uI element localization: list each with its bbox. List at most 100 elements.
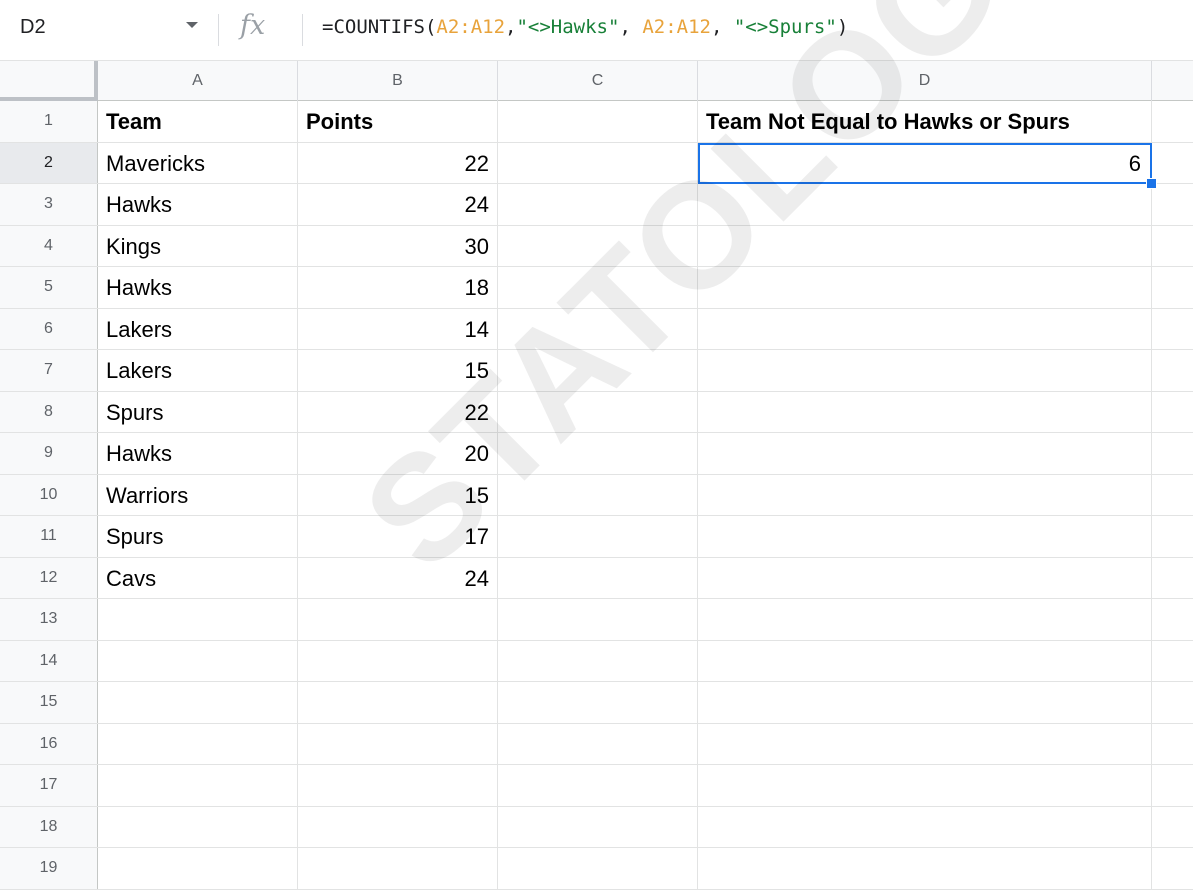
cell-c[interactable] — [498, 350, 698, 391]
row-header[interactable]: 18 — [0, 806, 98, 847]
cell-c[interactable] — [498, 184, 698, 225]
row-header[interactable]: 10 — [0, 474, 98, 515]
row-header[interactable]: 4 — [0, 225, 98, 266]
cell-d[interactable]: 6 — [698, 142, 1152, 183]
cell-c[interactable] — [498, 723, 698, 764]
row-header[interactable]: 11 — [0, 516, 98, 557]
row-header[interactable]: 3 — [0, 184, 98, 225]
cell-d[interactable] — [698, 682, 1152, 723]
cell-a[interactable]: Spurs — [98, 391, 298, 432]
cell-c[interactable] — [498, 101, 698, 142]
cell-a[interactable]: Hawks — [98, 184, 298, 225]
cell-c[interactable] — [498, 391, 698, 432]
cell-a[interactable] — [98, 848, 298, 889]
formula-input[interactable]: =COUNTIFS(A2:A12,"<>Hawks", A2:A12, "<>S… — [322, 16, 848, 38]
cell-d[interactable] — [698, 723, 1152, 764]
cell-b[interactable] — [298, 682, 498, 723]
cell-c[interactable] — [498, 640, 698, 681]
cell-a[interactable]: Lakers — [98, 308, 298, 349]
cell-a[interactable]: Spurs — [98, 516, 298, 557]
row-header[interactable]: 14 — [0, 640, 98, 681]
cell-d[interactable] — [698, 640, 1152, 681]
cell-c[interactable] — [498, 516, 698, 557]
chevron-down-icon[interactable] — [186, 22, 198, 28]
cell-a[interactable]: Lakers — [98, 350, 298, 391]
cell-d[interactable] — [698, 225, 1152, 266]
row-header[interactable]: 15 — [0, 682, 98, 723]
cell-d[interactable] — [698, 848, 1152, 889]
cell-c[interactable] — [498, 682, 698, 723]
cell-b[interactable] — [298, 848, 498, 889]
cell-b[interactable]: 22 — [298, 391, 498, 432]
cell-b[interactable] — [298, 806, 498, 847]
cell-a[interactable] — [98, 682, 298, 723]
cell-a[interactable] — [98, 806, 298, 847]
row-header[interactable]: 17 — [0, 765, 98, 806]
cell-d[interactable] — [698, 308, 1152, 349]
spreadsheet-grid[interactable]: A B C D 1 Team Points Team Not Equal to Haw… — [0, 61, 1193, 890]
cell-c[interactable] — [498, 142, 698, 183]
cell-a[interactable]: Team — [98, 101, 298, 142]
cell-b[interactable]: 24 — [298, 557, 498, 598]
cell-a[interactable] — [98, 765, 298, 806]
row-header[interactable]: 9 — [0, 433, 98, 474]
row-header[interactable]: 16 — [0, 723, 98, 764]
cell-b[interactable]: 15 — [298, 474, 498, 515]
name-box[interactable]: D2 — [20, 16, 46, 39]
cell-b[interactable]: 17 — [298, 516, 498, 557]
cell-b[interactable]: 30 — [298, 225, 498, 266]
row-header[interactable]: 13 — [0, 599, 98, 640]
row-header[interactable]: 5 — [0, 267, 98, 308]
cell-d[interactable] — [698, 391, 1152, 432]
select-all-corner[interactable] — [0, 61, 98, 101]
column-header-c[interactable]: C — [498, 61, 698, 101]
cell-c[interactable] — [498, 267, 698, 308]
fill-handle[interactable] — [1146, 178, 1157, 189]
cell-c[interactable] — [498, 474, 698, 515]
cell-d[interactable] — [698, 516, 1152, 557]
cell-a[interactable] — [98, 599, 298, 640]
cell-b[interactable] — [298, 599, 498, 640]
cell-b[interactable] — [298, 640, 498, 681]
cell-a[interactable]: Hawks — [98, 267, 298, 308]
row-header[interactable]: 6 — [0, 308, 98, 349]
cell-d[interactable] — [698, 267, 1152, 308]
cell-d[interactable] — [698, 599, 1152, 640]
cell-c[interactable] — [498, 308, 698, 349]
cell-b[interactable]: 22 — [298, 142, 498, 183]
row-header[interactable]: 1 — [0, 101, 98, 142]
cell-d[interactable] — [698, 350, 1152, 391]
cell-c[interactable] — [498, 557, 698, 598]
cell-c[interactable] — [498, 765, 698, 806]
cell-b[interactable]: 18 — [298, 267, 498, 308]
cell-b[interactable]: 24 — [298, 184, 498, 225]
cell-a[interactable]: Warriors — [98, 474, 298, 515]
cell-a[interactable]: Hawks — [98, 433, 298, 474]
cell-c[interactable] — [498, 806, 698, 847]
row-header[interactable]: 7 — [0, 350, 98, 391]
column-header-d[interactable]: D — [698, 61, 1152, 101]
cell-d[interactable] — [698, 765, 1152, 806]
cell-b[interactable] — [298, 765, 498, 806]
cell-d[interactable] — [698, 557, 1152, 598]
cell-d[interactable] — [698, 474, 1152, 515]
cell-a[interactable]: Cavs — [98, 557, 298, 598]
row-header[interactable]: 19 — [0, 848, 98, 889]
row-header[interactable]: 12 — [0, 557, 98, 598]
cell-a[interactable] — [98, 640, 298, 681]
cell-c[interactable] — [498, 599, 698, 640]
cell-c[interactable] — [498, 225, 698, 266]
column-header-a[interactable]: A — [98, 61, 298, 101]
row-header[interactable]: 8 — [0, 391, 98, 432]
cell-b[interactable]: 15 — [298, 350, 498, 391]
cell-d[interactable]: Team Not Equal to Hawks or Spurs — [698, 101, 1152, 142]
cell-a[interactable]: Mavericks — [98, 142, 298, 183]
cell-a[interactable]: Kings — [98, 225, 298, 266]
cell-c[interactable] — [498, 848, 698, 889]
row-header[interactable]: 2 — [0, 142, 98, 183]
cell-d[interactable] — [698, 184, 1152, 225]
column-header-b[interactable]: B — [298, 61, 498, 101]
cell-b[interactable]: Points — [298, 101, 498, 142]
cell-d[interactable] — [698, 433, 1152, 474]
cell-a[interactable] — [98, 723, 298, 764]
